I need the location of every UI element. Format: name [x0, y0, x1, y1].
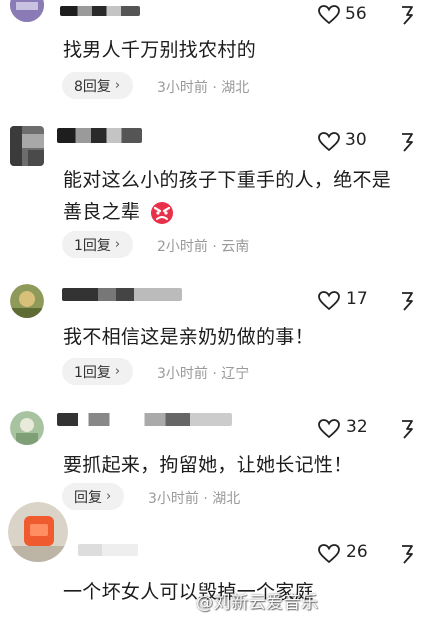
comment-time: 3小时前	[157, 366, 208, 382]
dislike-icon[interactable]	[400, 419, 414, 439]
reply-button[interactable]: 1回复 ›	[62, 358, 134, 385]
comment-location: 湖北	[221, 80, 250, 96]
comment-text-line: 能对这么小的孩子下重手的人，绝不是	[63, 169, 392, 191]
comment-text: 我不相信这是亲奶奶做的事！	[63, 326, 314, 348]
heart-icon[interactable]	[318, 291, 340, 311]
reply-button[interactable]: 8回复 ›	[62, 72, 134, 99]
dislike-icon[interactable]	[400, 291, 414, 311]
like-count: 32	[346, 417, 368, 437]
username-blurred[interactable]	[60, 6, 140, 16]
comment-location: 辽宁	[221, 366, 250, 382]
avatar[interactable]	[10, 284, 44, 318]
heart-icon[interactable]	[318, 132, 340, 152]
reply-button[interactable]: 1回复 ›	[62, 231, 134, 258]
avatar[interactable]	[10, 126, 44, 166]
meta-separator: ·	[212, 239, 217, 255]
meta-separator: ·	[212, 366, 217, 382]
like-count: 26	[346, 542, 368, 562]
comment-meta: 3小时前 · 湖北	[157, 77, 249, 97]
avatar[interactable]	[8, 502, 68, 562]
comment-meta: 3小时前 · 辽宁	[157, 363, 249, 383]
like-count: 56	[345, 4, 367, 24]
comment-time: 2小时前	[157, 239, 208, 255]
like-count: 30	[345, 130, 367, 150]
like-count: 17	[346, 289, 368, 309]
comment-item: 30 能对这么小的孩子下重手的人，绝不是 善良之辈 1回复 › 2小时前 · 云…	[0, 110, 422, 270]
dislike-icon[interactable]	[400, 132, 414, 152]
username-blurred[interactable]	[57, 413, 232, 426]
comment-item: 17 我不相信这是亲奶奶做的事！ 1回复 › 3小时前 · 辽宁	[0, 270, 422, 395]
comment-location: 云南	[221, 239, 250, 255]
avatar[interactable]	[10, 411, 44, 445]
username-blurred[interactable]	[57, 128, 142, 143]
reply-label: 1回复	[74, 237, 111, 254]
comment-text: 要抓起来，拘留她，让她长记性！	[63, 454, 353, 476]
comment-meta: 2小时前 · 云南	[157, 236, 249, 256]
dislike-icon[interactable]	[400, 5, 414, 25]
dislike-icon[interactable]	[400, 544, 414, 564]
comment-text-end: 善良之辈	[63, 201, 141, 223]
username-blurred[interactable]	[62, 288, 182, 301]
watermark: @刘新云爱音乐	[196, 593, 319, 613]
angry-face-icon	[150, 201, 173, 224]
reply-label: 8回复	[74, 78, 111, 95]
chevron-right-icon: ›	[114, 364, 121, 379]
comment-text: 找男人千万别找农村的	[63, 39, 257, 61]
username-blurred[interactable]	[78, 544, 138, 556]
chevron-right-icon: ›	[114, 237, 121, 252]
reply-label: 1回复	[74, 364, 111, 381]
meta-separator: ·	[212, 80, 217, 96]
heart-icon[interactable]	[318, 5, 340, 25]
heart-icon[interactable]	[318, 544, 340, 564]
avatar[interactable]	[10, 0, 44, 22]
comment-text-line: 善良之辈	[63, 196, 175, 228]
heart-icon[interactable]	[318, 419, 340, 439]
chevron-right-icon: ›	[114, 78, 121, 93]
comment-time: 3小时前	[157, 80, 208, 96]
comment-item: 56 找男人千万别找农村的 8回复 › 3小时前 · 湖北	[0, 0, 422, 110]
